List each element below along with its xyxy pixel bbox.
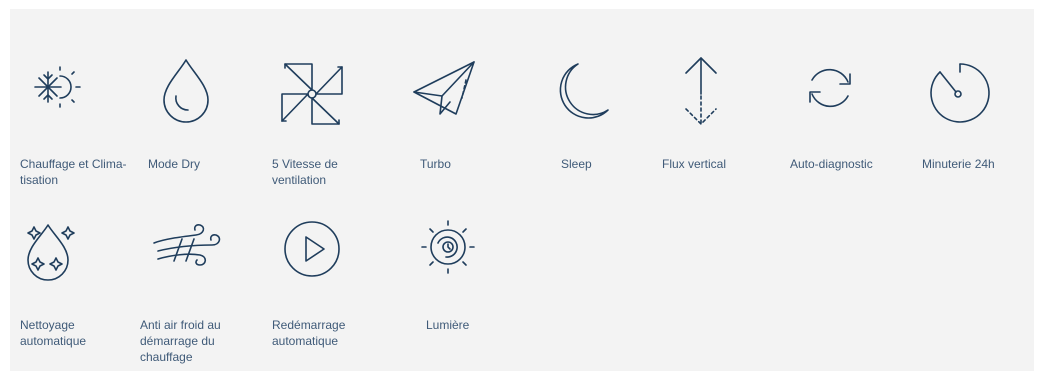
feature-label-line1: Mode Dry [148, 157, 201, 171]
pinwheel-icon [272, 54, 392, 144]
feature-label-line3: chauffage [140, 350, 193, 364]
refresh-icon [790, 54, 910, 144]
features-panel: Chauffage et Clima- tisation Mode Dry 5 … [10, 9, 1034, 371]
play-icon [272, 213, 392, 303]
paper-plane-icon [412, 54, 532, 144]
feature-label-line1: Lumière [426, 318, 470, 332]
wind-icon [140, 213, 260, 303]
feature-label-line2: automatique [20, 334, 87, 348]
feature-label-line2: automatique [272, 334, 339, 348]
heat-cool-icon [20, 54, 140, 144]
timer-icon [916, 54, 1036, 144]
moon-icon [548, 54, 668, 144]
feature-label-line1: Nettoyage [20, 318, 75, 332]
feature-label-line1: Redémarrage [272, 318, 346, 332]
water-drop-icon [148, 54, 268, 144]
feature-label-line1: 5 Vitesse de [272, 157, 338, 171]
feature-label-line2: tisation [20, 173, 59, 187]
feature-label-line1: Turbo [420, 157, 451, 171]
feature-label-line1: Chauffage et Clima- [20, 157, 127, 171]
feature-label-line1: Minuterie 24h [922, 157, 995, 171]
feature-label-line1: Auto-diagnostic [790, 157, 873, 171]
light-icon [414, 213, 534, 303]
feature-label-line2: démarrage du [140, 334, 215, 348]
clean-drop-icon [20, 213, 140, 303]
vertical-flow-icon [662, 54, 782, 144]
feature-label-line1: Anti air froid au [140, 318, 221, 332]
feature-label-line2: ventilation [272, 173, 327, 187]
feature-label-line1: Flux vertical [662, 157, 727, 171]
